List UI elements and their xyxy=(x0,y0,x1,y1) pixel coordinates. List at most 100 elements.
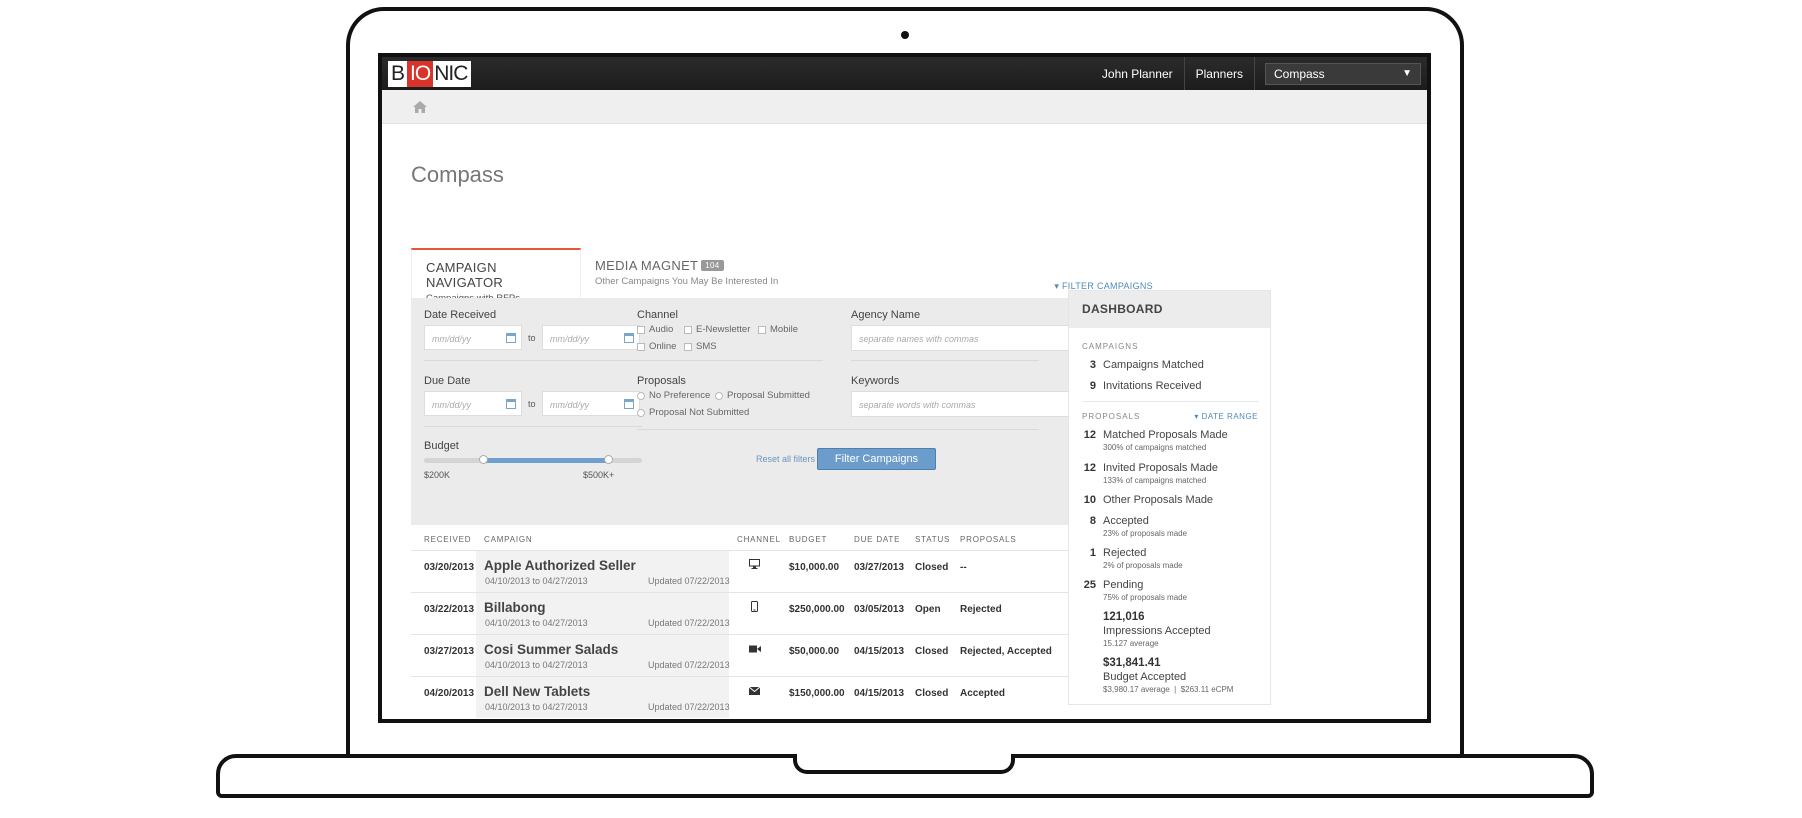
budget-accepted-label: Budget Accepted xyxy=(1103,671,1187,683)
other-proposals-count: 10 xyxy=(1083,494,1096,506)
invited-proposals-label[interactable]: Invited Proposals Made xyxy=(1103,462,1218,474)
checkbox-label: E-Newsletter xyxy=(696,324,751,335)
checkbox[interactable] xyxy=(637,325,645,334)
checkbox[interactable] xyxy=(684,325,692,334)
proposals-value: -- xyxy=(960,562,967,573)
divider xyxy=(637,429,1039,430)
invitations-received-label[interactable]: Invitations Received xyxy=(1103,380,1201,392)
table-row[interactable]: 04/20/2013 Dell New Tablets 04/10/2013 t… xyxy=(411,676,1153,718)
campaign-name[interactable]: Billabong xyxy=(484,600,546,615)
campaign-dates: 04/10/2013 to 04/27/2013 xyxy=(485,576,588,586)
campaign-updated: Updated 07/22/2013 xyxy=(648,618,730,628)
channel-mobile-checkbox[interactable]: Mobile xyxy=(758,324,798,335)
agency-name-input[interactable]: separate names with commas xyxy=(851,325,1069,351)
campaigns-matched-label[interactable]: Campaigns Matched xyxy=(1103,359,1204,371)
app-selector[interactable]: Compass ▼ xyxy=(1265,62,1421,85)
home-icon[interactable] xyxy=(412,100,428,114)
pending-sub: 75% of proposals made xyxy=(1103,593,1188,602)
due-date: 03/27/2013 xyxy=(854,562,905,573)
budget-value: $10,000.00 xyxy=(789,562,840,573)
planners-link[interactable]: Planners xyxy=(1185,57,1255,90)
matched-proposals-sub: 300% of campaigns matched xyxy=(1103,443,1207,452)
radio-label: Proposal Not Submitted xyxy=(649,407,750,418)
count-badge: 104 xyxy=(701,260,724,271)
column-header-due-date[interactable]: DUE DATE xyxy=(854,535,900,544)
budget-slider[interactable] xyxy=(424,455,642,464)
tab-campaign-navigator[interactable]: CAMPAIGN NAVIGATOR Campaigns with RFPs xyxy=(411,248,581,304)
column-header-proposals[interactable]: PROPOSALS xyxy=(960,535,1017,544)
placeholder: mm/dd/yy xyxy=(550,334,590,344)
checkbox[interactable] xyxy=(684,342,692,351)
campaign-name[interactable]: Dell New Tablets xyxy=(484,684,590,699)
other-proposals-label[interactable]: Other Proposals Made xyxy=(1103,494,1213,506)
to-label: to xyxy=(528,333,536,343)
user-menu[interactable]: John Planner xyxy=(1091,57,1185,90)
column-header-campaign[interactable]: CAMPAIGN xyxy=(484,535,532,544)
date-received-from-input[interactable]: mm/dd/yy xyxy=(424,325,522,350)
calendar-icon[interactable] xyxy=(506,399,516,409)
matched-proposals-label[interactable]: Matched Proposals Made xyxy=(1103,429,1228,441)
column-header-budget[interactable]: BUDGET xyxy=(789,535,827,544)
placeholder: mm/dd/yy xyxy=(432,334,472,344)
checkbox[interactable] xyxy=(637,342,645,351)
received-date: 03/27/2013 xyxy=(424,646,475,657)
calendar-icon[interactable] xyxy=(624,333,634,343)
tab-subtitle: Other Campaigns You May Be Interested In xyxy=(595,276,779,287)
date-range-toggle[interactable]: ▾ DATE RANGE xyxy=(1194,412,1258,421)
due-date: 04/15/2013 xyxy=(854,688,905,699)
column-header-status[interactable]: STATUS xyxy=(915,535,950,544)
campaign-name[interactable]: Cosi Summer Salads xyxy=(484,642,618,657)
received-date: 03/22/2013 xyxy=(424,604,475,615)
campaigns-section-label: CAMPAIGNS xyxy=(1082,342,1139,351)
accepted-label[interactable]: Accepted xyxy=(1103,515,1149,527)
tab-title: CAMPAIGN NAVIGATOR xyxy=(426,260,504,290)
proposal-not-submitted-radio[interactable]: Proposal Not Submitted xyxy=(637,407,749,418)
column-header-channel[interactable]: CHANNEL xyxy=(737,535,781,544)
table-row[interactable]: 03/22/2013 Billabong 04/10/2013 to 04/27… xyxy=(411,592,1153,634)
channel-sms-checkbox[interactable]: SMS xyxy=(684,341,717,352)
rejected-label[interactable]: Rejected xyxy=(1103,547,1146,559)
checkbox-label: Mobile xyxy=(770,324,798,335)
to-label: to xyxy=(528,399,536,409)
filter-campaigns-button[interactable]: Filter Campaigns xyxy=(817,448,936,470)
campaign-updated: Updated 07/22/2013 xyxy=(648,702,730,712)
budget-slider-max-handle[interactable] xyxy=(604,455,613,464)
divider xyxy=(424,360,642,361)
bionic-logo[interactable]: B IO NIC xyxy=(388,60,472,87)
status-value: Closed xyxy=(915,646,949,657)
tab-media-magnet[interactable]: MEDIA MAGNET 104 Other Campaigns You May … xyxy=(581,248,792,298)
placeholder: mm/dd/yy xyxy=(432,400,472,410)
table-header: RECEIVED CAMPAIGN CHANNEL BUDGET DUE DAT… xyxy=(411,528,1153,550)
radio[interactable] xyxy=(637,408,645,417)
proposal-submitted-radio[interactable]: Proposal Submitted xyxy=(715,390,810,401)
due-date-from-input[interactable]: mm/dd/yy xyxy=(424,391,522,416)
received-date: 04/20/2013 xyxy=(424,688,475,699)
radio[interactable] xyxy=(715,391,723,400)
page-title: Compass xyxy=(411,162,504,187)
logo-io: IO xyxy=(407,60,434,87)
due-date: 04/15/2013 xyxy=(854,646,905,657)
date-received-to-input[interactable]: mm/dd/yy xyxy=(542,325,640,350)
calendar-icon[interactable] xyxy=(506,333,516,343)
table-row[interactable]: 03/27/2013 Cosi Summer Salads 04/10/2013… xyxy=(411,634,1153,676)
table-row[interactable]: 03/20/2013 Apple Authorized Seller 04/10… xyxy=(411,550,1153,592)
pending-label[interactable]: Pending xyxy=(1103,579,1143,591)
channel-enewsletter-checkbox[interactable]: E-Newsletter xyxy=(684,324,750,335)
campaigns-table: RECEIVED CAMPAIGN CHANNEL BUDGET DUE DAT… xyxy=(411,528,1153,718)
divider xyxy=(637,360,823,361)
channel-audio-checkbox[interactable]: Audio xyxy=(637,324,673,335)
campaign-updated: Updated 07/22/2013 xyxy=(648,576,730,586)
keywords-input[interactable]: separate words with commas xyxy=(851,391,1069,417)
calendar-icon[interactable] xyxy=(624,399,634,409)
proposal-no-preference-radio[interactable]: No Preference xyxy=(637,390,710,401)
radio[interactable] xyxy=(637,391,645,400)
checkbox[interactable] xyxy=(758,325,766,334)
campaign-dates: 04/10/2013 to 04/27/2013 xyxy=(485,618,588,628)
reset-filters-link[interactable]: Reset all filters xyxy=(756,454,815,464)
campaign-name[interactable]: Apple Authorized Seller xyxy=(484,558,636,573)
budget-slider-min-handle[interactable] xyxy=(479,455,488,464)
column-header-received[interactable]: RECEIVED xyxy=(424,535,471,544)
channel-online-checkbox[interactable]: Online xyxy=(637,341,676,352)
tab-title: MEDIA MAGNET xyxy=(595,258,699,273)
due-date-to-input[interactable]: mm/dd/yy xyxy=(542,391,640,416)
